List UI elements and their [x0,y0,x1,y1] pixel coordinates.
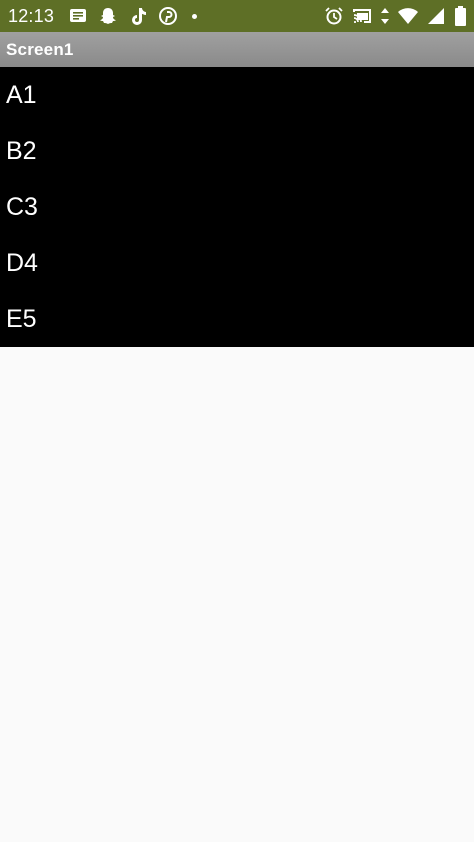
system-icons [316,6,466,26]
wifi-icon [398,6,418,26]
list-item[interactable]: D4 [0,235,474,291]
data-arrows-icon [380,6,390,26]
battery-icon [454,6,466,26]
message-icon [68,6,88,26]
alarm-icon [324,6,344,26]
status-bar: 12:13 [0,0,474,32]
notification-icons [68,6,198,26]
list-item[interactable]: E5 [0,291,474,347]
status-time: 12:13 [8,5,55,26]
tiktok-icon [128,6,148,26]
list-view[interactable]: A1 B2 C3 D4 E5 [0,67,474,347]
app-title-bar: Screen1 [0,32,474,67]
more-notifications-dot-icon [192,13,198,19]
list-item[interactable]: C3 [0,179,474,235]
signal-icon [426,6,446,26]
cast-icon [352,6,372,26]
list-item[interactable]: B2 [0,123,474,179]
pinterest-icon [158,6,178,26]
page-title: Screen1 [6,39,74,59]
snapchat-icon [98,6,118,26]
list-item[interactable]: A1 [0,67,474,123]
